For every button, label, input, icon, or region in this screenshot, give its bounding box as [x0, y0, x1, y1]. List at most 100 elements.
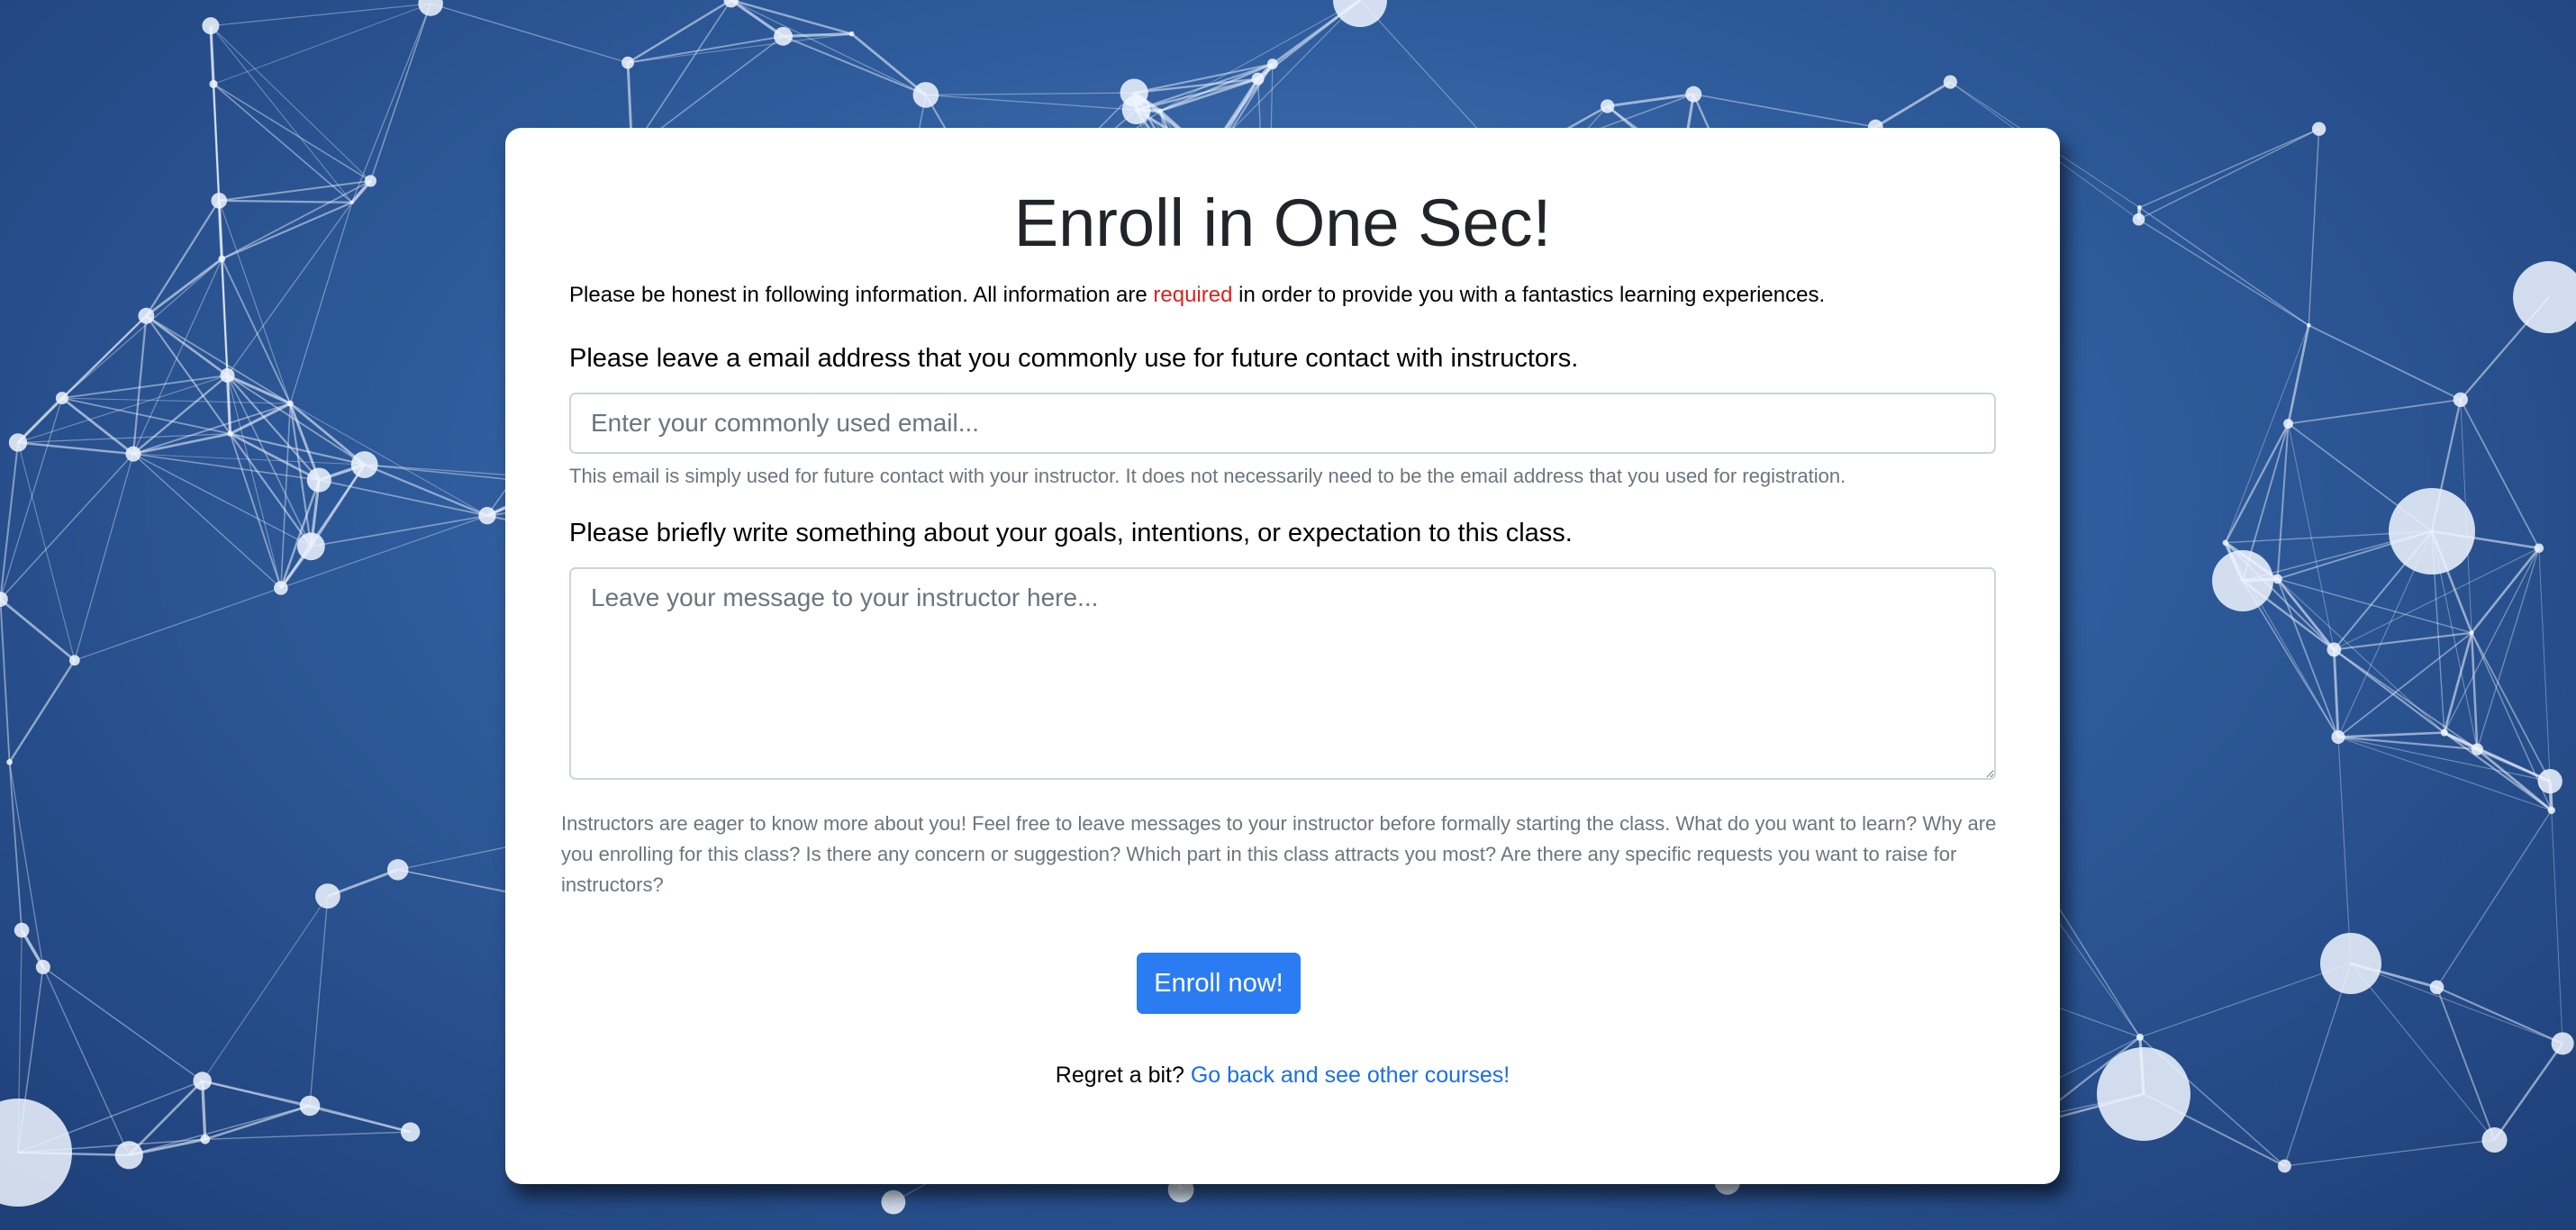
network-edge	[311, 514, 488, 547]
network-edge	[213, 83, 371, 182]
intro-text: Please be honest in following informatio…	[569, 283, 1825, 308]
network-edge	[2444, 547, 2540, 733]
network-node	[211, 193, 227, 209]
enroll-button[interactable]: Enroll now!	[1137, 953, 1301, 1014]
network-node	[2136, 204, 2142, 210]
network-edge	[309, 1104, 411, 1134]
network-node	[2283, 419, 2294, 430]
network-edge	[627, 33, 852, 64]
network-node	[297, 532, 325, 561]
network-node	[2537, 769, 2562, 794]
email-label: Please leave a email address that you co…	[569, 344, 1579, 373]
network-node	[2132, 213, 2145, 226]
network-edge	[202, 895, 329, 1081]
network-edge	[1874, 80, 1952, 129]
network-edge	[221, 180, 371, 260]
network-node	[2136, 1033, 2144, 1041]
network-node	[2311, 122, 2327, 136]
network-node	[2440, 728, 2448, 737]
network-edge	[204, 1131, 411, 1140]
network-edge	[289, 202, 353, 404]
regret-line: Regret a bit? Go back and see other cour…	[505, 1063, 2060, 1089]
network-node	[2534, 543, 2544, 554]
network-edge	[42, 966, 204, 1082]
network-node	[227, 430, 233, 437]
network-node	[1157, 108, 1163, 113]
network-node	[0, 1099, 72, 1207]
network-edge	[221, 201, 353, 260]
network-node	[202, 17, 220, 35]
network-node	[1266, 59, 1278, 70]
network-edge	[430, 3, 629, 64]
network-node	[1333, 0, 1387, 27]
network-node	[621, 56, 634, 69]
network-edge	[2443, 632, 2473, 733]
network-edge	[1159, 0, 1361, 112]
network-node	[1943, 75, 1957, 89]
network-node	[349, 200, 354, 204]
network-node	[306, 467, 331, 493]
network-node	[2306, 322, 2311, 328]
network-node	[848, 31, 855, 37]
email-input[interactable]	[569, 393, 1996, 454]
network-edge	[2334, 631, 2472, 651]
network-edge	[226, 202, 353, 376]
goals-help-text: Instructors are eager to know more about…	[561, 812, 1997, 896]
network-edge	[2551, 809, 2563, 1044]
network-edge	[0, 442, 20, 600]
network-edge	[229, 433, 313, 547]
network-edge	[2435, 809, 2553, 988]
network-edge	[226, 374, 291, 405]
network-node	[1251, 72, 1265, 86]
network-node	[114, 1141, 143, 1170]
back-to-courses-link[interactable]: Go back and see other courses!	[1191, 1063, 1510, 1088]
network-node	[2513, 261, 2576, 333]
network-node	[2471, 743, 2484, 755]
network-edge	[2471, 632, 2552, 782]
network-edge	[2333, 648, 2445, 734]
network-node	[350, 451, 378, 478]
network-edge	[2444, 731, 2553, 811]
enroll-card: Enroll in One Sec! Please be honest in f…	[505, 128, 2060, 1184]
network-edge	[2283, 963, 2352, 1167]
network-node	[200, 1134, 211, 1144]
network-edge	[2337, 736, 2551, 782]
network-edge	[61, 397, 291, 404]
network-edge	[128, 1105, 311, 1156]
network-edge	[925, 92, 1135, 96]
network-edge	[8, 762, 23, 931]
network-edge	[74, 587, 282, 661]
intro-text-start: Please be honest in following informatio…	[569, 283, 1154, 307]
network-node	[2097, 1047, 2191, 1141]
network-node	[218, 255, 226, 263]
network-edge	[74, 453, 134, 661]
network-node	[400, 1122, 421, 1142]
network-edge	[132, 258, 222, 455]
email-help-text: This email is simply used for future con…	[569, 465, 1846, 487]
network-node	[55, 392, 68, 405]
network-node	[2278, 1159, 2291, 1173]
network-edge	[210, 25, 371, 182]
network-edge	[2139, 963, 2352, 1038]
network-edge	[2337, 737, 2352, 964]
required-highlight: required	[1153, 283, 1233, 307]
network-node	[881, 1189, 906, 1215]
network-node	[2212, 550, 2273, 611]
network-edge	[2276, 423, 2290, 580]
network-edge	[61, 397, 231, 435]
network-edge	[2332, 649, 2340, 737]
network-edge	[2471, 547, 2540, 634]
network-node	[14, 922, 30, 938]
network-node	[209, 79, 218, 89]
network-edge	[17, 315, 147, 444]
network-node	[274, 581, 288, 595]
network-node	[386, 859, 409, 881]
message-textarea[interactable]	[569, 567, 1996, 780]
page-title: Enroll in One Sec!	[1013, 185, 1552, 260]
goals-label: Please briefly write something about you…	[569, 519, 1573, 547]
network-edge	[2476, 547, 2540, 750]
network-node	[138, 307, 155, 324]
network-node	[2551, 1032, 2574, 1055]
network-edge	[309, 896, 329, 1107]
network-edge	[0, 599, 11, 763]
